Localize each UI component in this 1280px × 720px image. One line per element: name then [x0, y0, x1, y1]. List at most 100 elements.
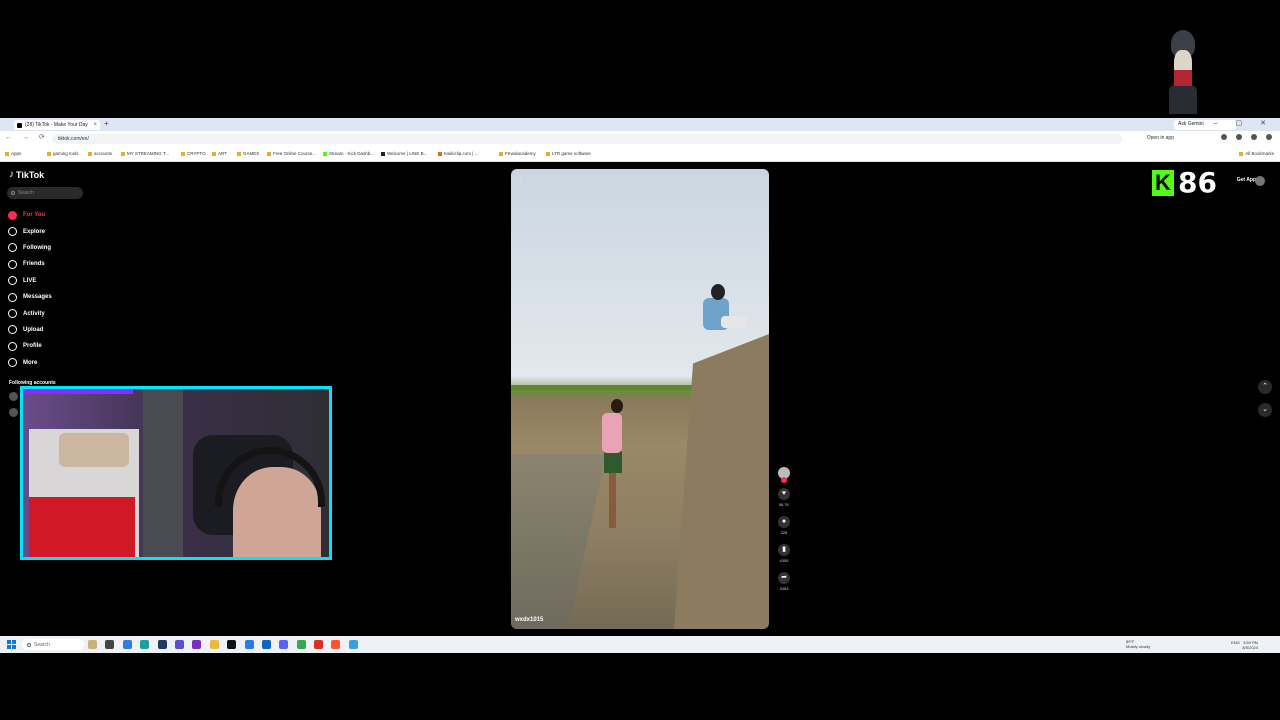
- video-player[interactable]: ‹ wxdx1015: [511, 169, 769, 629]
- sidebar-item-more[interactable]: More: [8, 355, 52, 371]
- site-icon: [438, 151, 442, 156]
- kick-logo-icon: K: [1152, 169, 1174, 196]
- browser-tab-tiktok[interactable]: (28) TikTok - Make Your Day ×: [14, 120, 100, 130]
- video-back-icon[interactable]: ‹: [519, 176, 521, 183]
- search-icon: [11, 191, 15, 195]
- avatar[interactable]: [9, 392, 18, 401]
- bookmark-button[interactable]: ▮ 4355: [777, 544, 791, 563]
- sidebar-item-profile[interactable]: Profile: [8, 338, 52, 354]
- sidebar-item-friends[interactable]: Friends: [8, 256, 52, 272]
- weather-widget[interactable]: 89°F Mostly cloudy: [1126, 639, 1150, 649]
- folder-icon: [546, 151, 550, 156]
- chrome-icon[interactable]: [296, 640, 306, 649]
- sidebar-item-for-you[interactable]: For You: [8, 207, 52, 223]
- bookmark-item[interactable]: Stream · Kick Dashb...: [323, 151, 374, 156]
- search-input[interactable]: Search: [7, 187, 83, 199]
- bookmark-item[interactable]: FKwalacademy: [499, 151, 536, 156]
- user-avatar[interactable]: [1255, 176, 1265, 186]
- share-button[interactable]: ➦ 3463: [777, 572, 791, 591]
- like-button[interactable]: ♥ 56.7K: [777, 488, 791, 507]
- bookmark-item[interactable]: CRYPTO: [181, 151, 206, 156]
- tab-close-icon[interactable]: ×: [93, 122, 97, 128]
- live-icon: [8, 276, 17, 286]
- all-bookmarks-button[interactable]: All Bookmarks: [1239, 151, 1274, 156]
- video-username[interactable]: wxdx1015: [515, 617, 543, 623]
- bookmark-item[interactable]: Kwikiclip.com | ...: [438, 151, 478, 156]
- task-view-icon[interactable]: [105, 640, 115, 649]
- bookmark-item[interactable]: GAMES: [237, 151, 259, 156]
- app-icon[interactable]: [314, 640, 324, 649]
- clock-date: 8/5/2024: [1242, 645, 1258, 650]
- like-count: 56.7K: [778, 502, 790, 507]
- extension-icon[interactable]: [1221, 134, 1227, 140]
- webcam-blanket: [29, 497, 135, 557]
- app-icon[interactable]: [157, 640, 167, 649]
- tiktok-logo[interactable]: ♪ TikTok: [9, 169, 44, 180]
- webcam-curtain: [143, 389, 183, 557]
- sidebar-nav: For You Explore Following Friends LIVE M…: [8, 207, 52, 371]
- previous-video-button[interactable]: ⌃: [1258, 380, 1272, 394]
- bookmark-item[interactable]: Apps: [5, 151, 21, 156]
- app-icon[interactable]: [192, 640, 202, 649]
- brave-icon[interactable]: [331, 640, 341, 649]
- sidebar-item-messages[interactable]: Messages: [8, 289, 52, 305]
- next-video-button[interactable]: ⌄: [1258, 403, 1272, 417]
- start-button[interactable]: [7, 640, 16, 649]
- sidebar-item-activity[interactable]: Activity: [8, 305, 52, 321]
- folder-icon: [237, 151, 241, 156]
- sidebar-item-upload[interactable]: Upload: [8, 322, 52, 338]
- sidebar-item-explore[interactable]: Explore: [8, 223, 52, 239]
- window-controls[interactable]: – ▢ ✕: [1214, 119, 1274, 127]
- folder-icon: [88, 151, 92, 156]
- x-icon[interactable]: [227, 640, 237, 649]
- bookmark-item[interactable]: Welcome | LINE B...: [381, 151, 427, 156]
- menu-icon[interactable]: [1266, 134, 1272, 140]
- nav-buttons[interactable]: ← → ⟳: [5, 133, 49, 141]
- kick-icon: [323, 151, 327, 156]
- webcam-accent-bar: [23, 389, 133, 394]
- folder-icon: [121, 151, 125, 156]
- app-icon[interactable]: [348, 640, 358, 649]
- messages-icon: [8, 292, 17, 302]
- avatar[interactable]: [9, 408, 18, 417]
- address-bar[interactable]: tiktok.com/en/: [52, 134, 1122, 144]
- webcam-overlay: [20, 386, 332, 560]
- webcam-pillow: [59, 433, 129, 467]
- app-icon[interactable]: [244, 640, 254, 649]
- bookmark-item[interactable]: ART: [212, 151, 227, 156]
- linkedin-icon[interactable]: [261, 640, 271, 649]
- bookmark-item[interactable]: Free Online Course...: [267, 151, 316, 156]
- app-icon[interactable]: [279, 640, 289, 649]
- widgets-icon[interactable]: [88, 640, 97, 649]
- following-accounts-list: [9, 392, 18, 424]
- bookmark-item[interactable]: accounts: [88, 151, 112, 156]
- comment-button[interactable]: ● 328: [777, 516, 791, 535]
- streamer-mascot-image: [1166, 30, 1200, 114]
- bookmark-item[interactable]: gaming tools: [47, 151, 79, 156]
- app-icon[interactable]: [122, 640, 132, 649]
- upload-icon: [8, 325, 17, 335]
- sidebar-item-following[interactable]: Following: [8, 240, 52, 256]
- new-tab-button[interactable]: +: [104, 119, 109, 128]
- follow-plus-icon[interactable]: [781, 477, 787, 483]
- sidebar-item-live[interactable]: LIVE: [8, 273, 52, 289]
- following-icon: [8, 243, 17, 253]
- bookmark-item[interactable]: MY STREAMING T...: [121, 151, 169, 156]
- system-tray[interactable]: ENG 3:59 PM 8/5/2024: [1231, 640, 1258, 650]
- bookmark-item[interactable]: LTR game software: [546, 151, 591, 156]
- creator-avatar[interactable]: [778, 467, 790, 483]
- search-placeholder: Search: [18, 190, 34, 196]
- extension-icon[interactable]: [1236, 134, 1242, 140]
- browser-toolbar: ← → ⟳ tiktok.com/en/ Open in app: [0, 131, 1280, 146]
- weather-desc: Mostly cloudy: [1126, 644, 1151, 649]
- open-in-app-button[interactable]: Open in app: [1147, 135, 1174, 141]
- share-icon: ➦: [778, 572, 790, 584]
- get-app-button[interactable]: Get App: [1237, 177, 1256, 183]
- app-icon[interactable]: [174, 640, 184, 649]
- edge-icon[interactable]: [140, 640, 150, 649]
- profile-icon[interactable]: [1251, 134, 1257, 140]
- folder-icon: [47, 151, 51, 156]
- taskbar-search-input[interactable]: Search: [22, 639, 84, 650]
- bookmark-count: 4355: [779, 558, 789, 563]
- file-explorer-icon[interactable]: [209, 640, 219, 649]
